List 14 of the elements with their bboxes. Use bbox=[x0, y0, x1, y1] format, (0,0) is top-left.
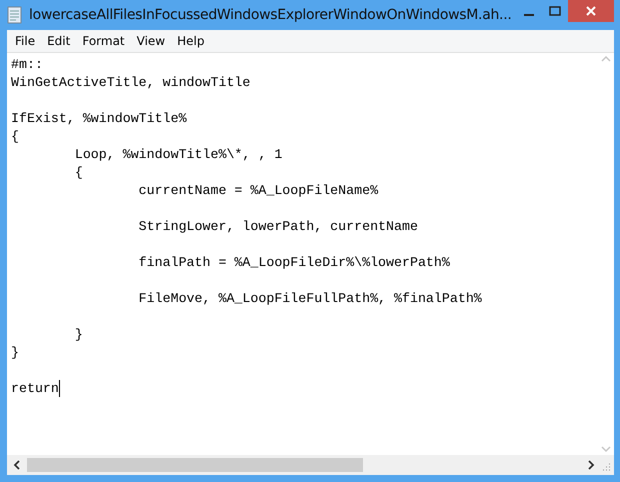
minimize-icon bbox=[524, 14, 534, 16]
menu-item[interactable]: Help bbox=[171, 34, 210, 48]
text-caret bbox=[58, 380, 60, 397]
close-button[interactable] bbox=[568, 0, 614, 22]
resize-grip-icon[interactable] bbox=[601, 463, 611, 473]
close-icon bbox=[586, 6, 596, 16]
maximize-icon bbox=[549, 6, 561, 16]
menu-item[interactable]: Format bbox=[76, 34, 131, 48]
window-title: lowercaseAllFilesInFocussedWindowsExplorerWindowOnWindowsM.ah... bbox=[29, 7, 513, 23]
scrollbar-thumb[interactable] bbox=[27, 458, 363, 472]
menu-item[interactable]: Edit bbox=[41, 34, 76, 48]
menu-item[interactable]: File bbox=[9, 34, 42, 48]
menu-item[interactable]: View bbox=[130, 34, 172, 48]
notepad-icon bbox=[7, 6, 23, 24]
